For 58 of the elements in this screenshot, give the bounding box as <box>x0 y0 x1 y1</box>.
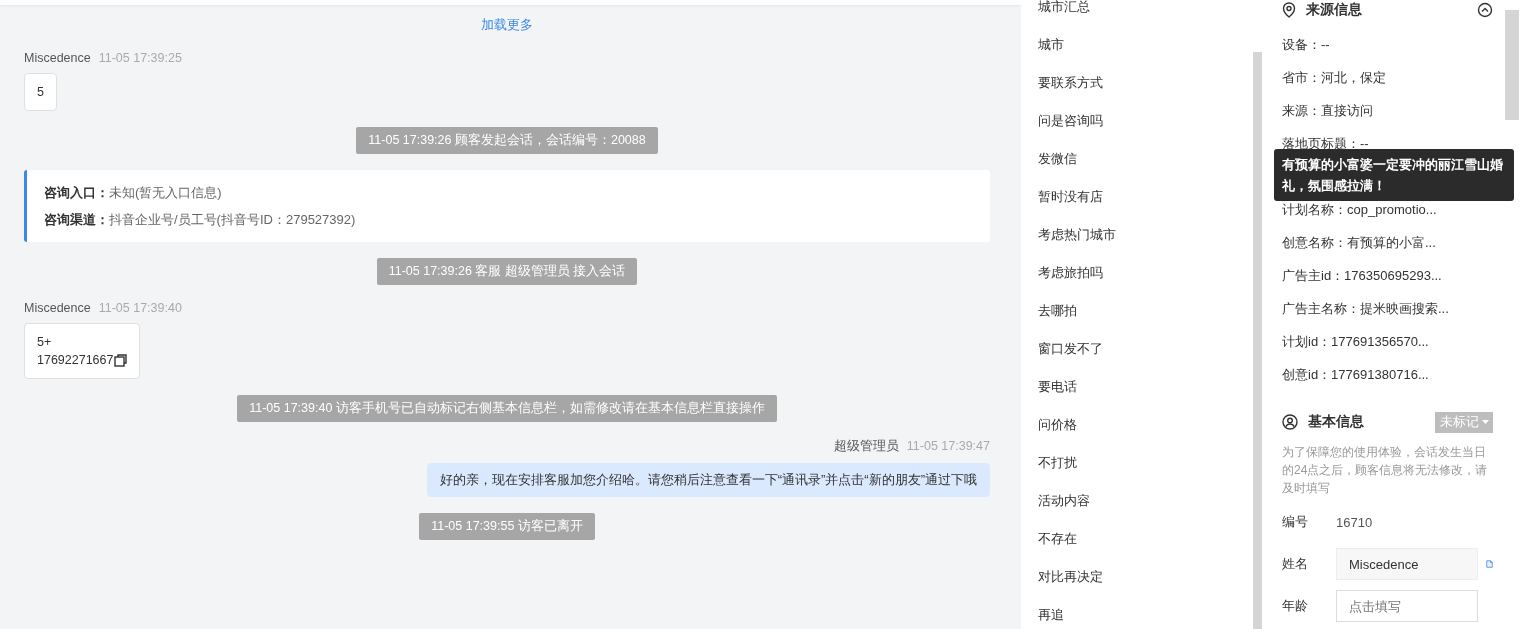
quick-reply-item[interactable]: 暂时没有店 <box>1021 178 1253 216</box>
notice-text: 为了保障您的使用体验，会话发生当日的24点之后，顾客信息将无法修改，请及时填写 <box>1282 444 1489 497</box>
system-notice: 11-05 17:39:26 客服 超级管理员 接入会话 <box>376 258 638 285</box>
sender-name: Miscedence <box>24 301 91 315</box>
quick-reply-item[interactable]: 窗口发不了 <box>1021 330 1253 368</box>
field-label: 姓名 <box>1282 555 1309 573</box>
system-notice: 11-05 17:39:26 顾客发起会话，会话编号：20088 <box>356 127 658 154</box>
quick-reply-item[interactable]: 城市 <box>1021 26 1253 64</box>
location-pin-icon <box>1282 2 1296 18</box>
quick-reply-item[interactable]: 活动内容 <box>1021 482 1253 520</box>
quick-reply-item[interactable]: 发微信 <box>1021 140 1253 178</box>
quick-reply-item[interactable]: 去哪拍 <box>1021 292 1253 330</box>
info-field: 创意id：177691380716... <box>1282 358 1493 391</box>
info-field: 设备：-- <box>1282 28 1493 61</box>
quick-reply-item[interactable]: 不存在 <box>1021 520 1253 558</box>
info-field: 来源：直接访问 <box>1282 94 1493 127</box>
sender-name: 超级管理员 <box>833 439 899 453</box>
collapse-icon <box>1477 2 1493 18</box>
user-circle-icon <box>1282 414 1298 430</box>
quick-reply-item[interactable]: 再追 <box>1021 596 1253 629</box>
quick-reply-item[interactable]: 考虑热门城市 <box>1021 216 1253 254</box>
message-time: 11-05 17:39:40 <box>98 301 182 315</box>
caret-icon <box>1482 420 1489 424</box>
quick-reply-item[interactable]: 要电话 <box>1021 368 1253 406</box>
system-notice: 11-05 17:39:40 访客手机号已自动标记右侧基本信息栏，如需修改请在基本信息栏直接操作 <box>237 395 777 422</box>
entry-value: 抖音企业号/员工号(抖音号ID：279527392) <box>109 212 356 227</box>
info-field: 广告主名称：提米映画搜索... <box>1282 292 1493 325</box>
quick-reply-item[interactable]: 对比再决定 <box>1021 558 1253 596</box>
scrollbar-thumb[interactable] <box>1505 10 1519 120</box>
input-field[interactable]: Miscedence <box>1336 548 1478 580</box>
quick-reply-item[interactable]: 问是咨询吗 <box>1021 102 1253 140</box>
field-label: 编号 <box>1282 513 1309 531</box>
message-text: 5+ <box>37 334 52 351</box>
entry-value: 未知(暂无入口信息) <box>109 185 222 200</box>
message-time: 11-05 17:39:25 <box>98 51 182 65</box>
section-title: 基本信息 <box>1308 413 1365 431</box>
info-field: 省市：河北，保定 <box>1282 61 1493 94</box>
info-field: 计划id：177691356570... <box>1282 325 1493 358</box>
field-value: 16710 <box>1336 514 1373 530</box>
copy-icon <box>114 353 128 367</box>
quick-reply-item[interactable]: 要联系方式 <box>1021 64 1253 102</box>
sender-name: Miscedence <box>24 51 91 65</box>
section-title: 来源信息 <box>1306 1 1363 19</box>
input-field[interactable]: 点击填写 <box>1336 590 1478 622</box>
message-text: 17692271667 <box>37 352 114 369</box>
info-field: 广告主id：176350695293... <box>1282 259 1493 292</box>
quick-reply-item[interactable]: 考虑旅拍吗 <box>1021 254 1253 292</box>
quick-reply-item[interactable]: 不打扰 <box>1021 444 1253 482</box>
entry-label: 咨询渠道： <box>44 212 109 227</box>
message-time: 11-05 17:39:47 <box>906 439 990 453</box>
quick-reply-item[interactable]: 问价格 <box>1021 406 1253 444</box>
info-field: 创意名称：有预算的小富... <box>1282 226 1493 259</box>
message-text: 5 <box>37 84 44 101</box>
message-text: 好的亲，现在安排客服加您介绍哈。请您稍后注意查看一下“通讯录”并点击“新的朋友”通过下哦 <box>439 471 977 489</box>
field-label: 年龄 <box>1282 597 1309 615</box>
entry-label: 咨询入口： <box>44 185 109 200</box>
quick-reply-item[interactable]: 城市汇总 <box>1021 0 1253 26</box>
system-notice: 11-05 17:39:55 访客已离开 <box>419 513 595 540</box>
